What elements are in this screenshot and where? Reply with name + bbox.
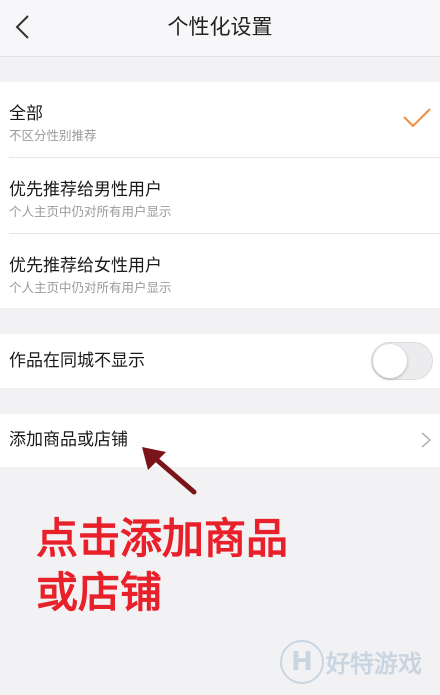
add-product-or-shop-label: 添加商品或店铺 bbox=[9, 430, 128, 450]
option-female-priority[interactable]: 优先推荐给女性用户 个人主页中仍对所有用户显示 bbox=[9, 234, 440, 309]
shop-group: 添加商品或店铺 bbox=[0, 414, 440, 467]
city-visibility-group: 作品在同城不显示 bbox=[0, 334, 440, 388]
watermark-logo-icon: H bbox=[280, 640, 324, 684]
page-title: 个性化设置 bbox=[167, 15, 273, 39]
option-all[interactable]: 全部 不区分性别推荐 bbox=[9, 82, 440, 158]
option-subtitle: 不区分性别推荐 bbox=[9, 128, 97, 143]
annotation-arrow-icon bbox=[142, 447, 197, 495]
option-subtitle: 个人主页中仍对所有用户显示 bbox=[9, 280, 172, 295]
watermark: H 好特游戏 bbox=[280, 638, 440, 688]
city-visibility-label: 作品在同城不显示 bbox=[9, 351, 145, 371]
chevron-left-icon bbox=[15, 15, 29, 39]
checkmark-icon bbox=[403, 108, 431, 128]
annotation-line-1: 点击添加商品 bbox=[36, 514, 289, 563]
toggle-knob bbox=[373, 344, 407, 378]
city-visibility-toggle[interactable] bbox=[371, 342, 433, 380]
chevron-right-icon bbox=[421, 432, 432, 448]
option-title: 优先推荐给女性用户 bbox=[9, 256, 162, 276]
option-male-priority[interactable]: 优先推荐给男性用户 个人主页中仍对所有用户显示 bbox=[9, 158, 440, 234]
option-title: 优先推荐给男性用户 bbox=[9, 180, 162, 200]
watermark-text: 好特游戏 bbox=[326, 650, 422, 678]
back-button[interactable] bbox=[6, 8, 42, 46]
gender-recommendation-group: 全部 不区分性别推荐 优先推荐给男性用户 个人主页中仍对所有用户显示 优先推荐给… bbox=[0, 82, 440, 308]
city-visibility-row: 作品在同城不显示 bbox=[9, 334, 440, 388]
option-subtitle: 个人主页中仍对所有用户显示 bbox=[9, 204, 172, 219]
navigation-bar: 个性化设置 bbox=[0, 0, 440, 57]
option-title: 全部 bbox=[9, 104, 43, 124]
add-product-or-shop-row[interactable]: 添加商品或店铺 bbox=[9, 414, 440, 467]
annotation-text: 点击添加商品 或店铺 bbox=[36, 512, 376, 620]
annotation-line-2: 或店铺 bbox=[36, 568, 163, 617]
